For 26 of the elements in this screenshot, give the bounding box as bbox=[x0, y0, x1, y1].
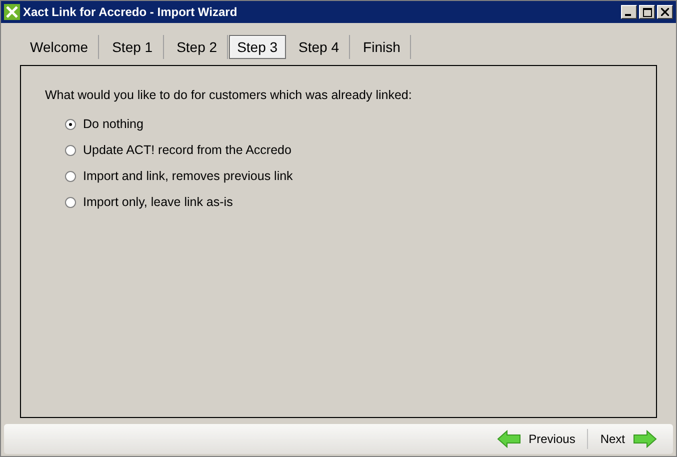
radio-button[interactable] bbox=[65, 196, 76, 208]
tab[interactable]: Step 3 bbox=[229, 35, 286, 59]
right-arrow-icon bbox=[633, 430, 657, 448]
tab[interactable]: Welcome bbox=[20, 35, 100, 59]
tab[interactable]: Finish bbox=[353, 35, 412, 59]
radio-button[interactable] bbox=[65, 144, 76, 156]
option-label: Update ACT! record from the Accredo bbox=[83, 143, 292, 157]
minimize-button[interactable] bbox=[621, 5, 637, 19]
tab[interactable]: Step 1 bbox=[102, 35, 164, 59]
maximize-icon bbox=[642, 8, 652, 16]
close-button[interactable] bbox=[657, 5, 673, 19]
option-label: Do nothing bbox=[83, 117, 144, 131]
option-label: Import only, leave link as-is bbox=[83, 195, 233, 209]
option-label: Import and link, removes previous link bbox=[83, 169, 293, 183]
window-title: Xact Link for Accredo - Import Wizard bbox=[23, 5, 238, 19]
next-button[interactable]: Next bbox=[594, 428, 663, 450]
app-icon bbox=[4, 4, 20, 20]
maximize-button[interactable] bbox=[639, 5, 655, 19]
tab[interactable]: Step 4 bbox=[288, 35, 350, 59]
previous-button[interactable]: Previous bbox=[490, 428, 582, 450]
radio-button[interactable] bbox=[65, 170, 76, 182]
question-text: What would you like to do for customers which was already linked: bbox=[45, 88, 413, 102]
tab[interactable]: Step 2 bbox=[166, 35, 228, 59]
radio-button[interactable] bbox=[65, 118, 76, 130]
close-icon bbox=[661, 8, 669, 16]
left-arrow-icon bbox=[496, 430, 521, 448]
